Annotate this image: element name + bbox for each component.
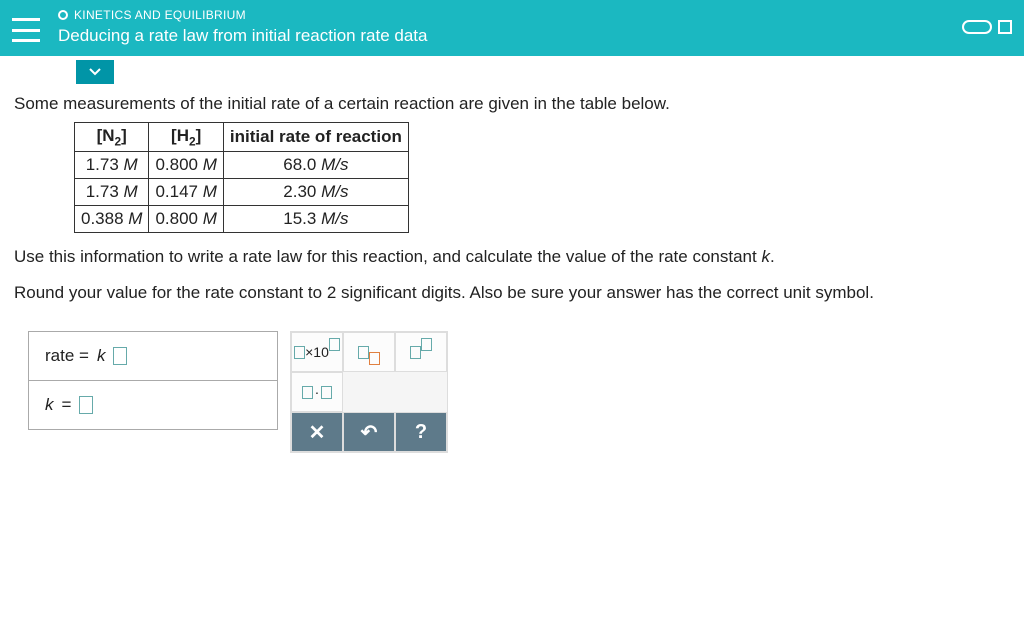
cell-h2: 0.800 M <box>149 152 223 179</box>
help-button[interactable]: ? <box>395 412 447 452</box>
chevron-down-icon <box>89 68 101 76</box>
rate-constant-input[interactable]: k k = = <box>28 381 278 430</box>
prompt-round: Round your value for the rate constant t… <box>14 283 1010 303</box>
cell-rate: 68.0 M/s <box>223 152 408 179</box>
cell-h2: 0.800 M <box>149 206 223 233</box>
page-title: Deducing a rate law from initial reactio… <box>58 26 427 46</box>
k-symbol: k <box>97 346 106 366</box>
rate-placeholder-icon[interactable] <box>113 347 127 365</box>
palette-multiply-dot[interactable]: · <box>291 372 343 412</box>
palette-superscript[interactable] <box>395 332 447 372</box>
table-row: 1.73 M 0.147 M 2.30 M/s <box>75 179 409 206</box>
window-square-icon[interactable] <box>998 20 1012 34</box>
header-text: KINETICS AND EQUILIBRIUM Deducing a rate… <box>58 8 427 46</box>
k-placeholder-icon[interactable] <box>79 396 93 414</box>
prompt-task: Use this information to write a rate law… <box>14 247 1010 267</box>
answer-fields: rate = k k k = = <box>28 331 278 453</box>
category-dot-icon <box>58 10 68 20</box>
clear-button[interactable]: ✕ <box>291 412 343 452</box>
table-header-row: [N2] [H2] initial rate of reaction <box>75 123 409 152</box>
app-header: KINETICS AND EQUILIBRIUM Deducing a rate… <box>0 0 1024 60</box>
prompt-intro: Some measurements of the initial rate of… <box>14 94 1010 114</box>
undo-button[interactable]: ↶ <box>343 412 395 452</box>
data-table: [N2] [H2] initial rate of reaction 1.73 … <box>74 122 409 233</box>
dropdown-tab[interactable] <box>76 60 114 84</box>
col-header-h2: [H2] <box>149 123 223 152</box>
cell-rate: 15.3 M/s <box>223 206 408 233</box>
menu-icon[interactable] <box>12 18 40 42</box>
table-row: 0.388 M 0.800 M 15.3 M/s <box>75 206 409 233</box>
cell-h2: 0.147 M <box>149 179 223 206</box>
window-pill-icon[interactable] <box>962 20 992 34</box>
input-palette: ×10 · ✕ ↶ ? <box>290 331 448 453</box>
palette-subscript[interactable] <box>343 332 395 372</box>
cell-n2: 1.73 M <box>75 179 149 206</box>
equals-text: = <box>62 395 72 415</box>
palette-sci-notation[interactable]: ×10 <box>291 332 343 372</box>
col-header-n2: [N2] <box>75 123 149 152</box>
table-row: 1.73 M 0.800 M 68.0 M/s <box>75 152 409 179</box>
k-symbol: k <box>45 395 54 415</box>
rate-label: rate = <box>45 346 89 366</box>
cell-rate: 2.30 M/s <box>223 179 408 206</box>
cell-n2: 1.73 M <box>75 152 149 179</box>
content-area: Some measurements of the initial rate of… <box>0 60 1024 453</box>
col-header-rate: initial rate of reaction <box>223 123 408 152</box>
cell-n2: 0.388 M <box>75 206 149 233</box>
answer-area: rate = k k k = = ×10 <box>28 331 1010 453</box>
category-text: KINETICS AND EQUILIBRIUM <box>74 8 246 22</box>
category-label: KINETICS AND EQUILIBRIUM <box>58 8 427 22</box>
window-controls <box>962 20 1012 34</box>
rate-law-input[interactable]: rate = k <box>28 331 278 381</box>
